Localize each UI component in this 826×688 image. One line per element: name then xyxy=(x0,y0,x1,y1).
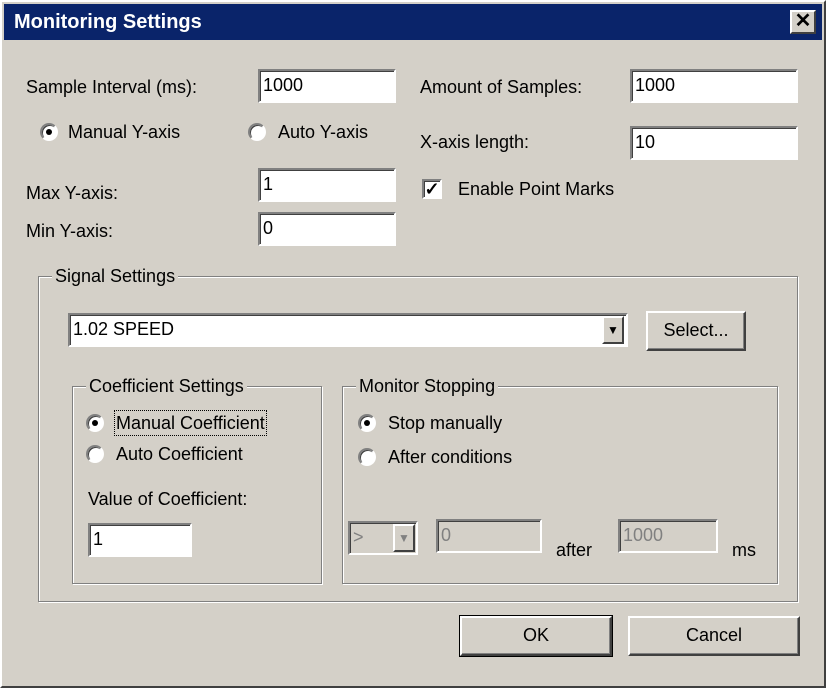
title-bar[interactable]: Monitoring Settings ✕ xyxy=(4,4,822,40)
min-y-axis-input[interactable]: 0 xyxy=(258,212,396,246)
stop-manually-label: Stop manually xyxy=(388,413,503,433)
signal-settings-title: Signal Settings xyxy=(52,265,179,287)
manual-y-axis-radio[interactable] xyxy=(40,123,58,141)
auto-coefficient-label: Auto Coefficient xyxy=(116,444,243,464)
threshold-input[interactable]: 0 xyxy=(436,519,542,553)
amount-of-samples-input[interactable]: 1000 xyxy=(630,69,798,103)
radio-selected-dot xyxy=(364,420,370,426)
auto-y-axis-radio[interactable] xyxy=(248,123,266,141)
checkmark-icon: ✓ xyxy=(424,179,440,199)
amount-of-samples-label: Amount of Samples: xyxy=(420,77,583,97)
ok-button[interactable]: OK xyxy=(459,615,613,657)
operator-dropdown-button[interactable]: ▼ xyxy=(393,524,415,552)
radio-selected-dot xyxy=(92,420,98,426)
select-signal-button[interactable]: Select... xyxy=(646,311,746,351)
coefficient-settings-title: Coefficient Settings xyxy=(86,375,247,397)
coefficient-value-input[interactable]: 1 xyxy=(88,523,192,557)
manual-coefficient-radio[interactable] xyxy=(86,414,104,432)
enable-point-marks-checkbox[interactable]: ✓ xyxy=(422,179,442,199)
signal-value: 1.02 SPEED xyxy=(73,319,175,339)
sample-interval-input[interactable]: 1000 xyxy=(258,69,396,103)
auto-y-axis-label: Auto Y-axis xyxy=(278,122,369,142)
max-y-axis-input[interactable]: 1 xyxy=(258,168,396,202)
after-conditions-label: After conditions xyxy=(388,447,513,467)
radio-selected-dot xyxy=(46,129,52,135)
auto-coefficient-radio[interactable] xyxy=(86,445,104,463)
close-button[interactable]: ✕ xyxy=(790,10,816,34)
value-of-coefficient-label: Value of Coefficient: xyxy=(88,489,248,509)
signal-select[interactable]: 1.02 SPEED xyxy=(68,313,628,347)
x-axis-length-input[interactable]: 10 xyxy=(630,126,798,160)
after-label: after xyxy=(556,540,593,560)
min-y-axis-label: Min Y-axis: xyxy=(26,221,114,241)
after-conditions-radio[interactable] xyxy=(358,448,376,466)
time-ms-input[interactable]: 1000 xyxy=(618,519,718,553)
monitoring-settings-dialog: Monitoring Settings ✕ Sample Interval (m… xyxy=(0,0,826,688)
monitor-stopping-title: Monitor Stopping xyxy=(356,375,499,397)
manual-coefficient-label: Manual Coefficient xyxy=(114,410,267,436)
manual-y-axis-label: Manual Y-axis xyxy=(68,122,181,142)
x-axis-length-label: X-axis length: xyxy=(420,132,530,152)
window-title: Monitoring Settings xyxy=(14,11,202,33)
stop-manually-radio[interactable] xyxy=(358,414,376,432)
chevron-down-icon: ▼ xyxy=(398,531,410,545)
sample-interval-label: Sample Interval (ms): xyxy=(26,77,198,97)
ms-label: ms xyxy=(732,540,756,560)
chevron-down-icon: ▼ xyxy=(607,323,619,337)
max-y-axis-label: Max Y-axis: xyxy=(26,183,119,203)
enable-point-marks-label: Enable Point Marks xyxy=(458,179,615,199)
cancel-button[interactable]: Cancel xyxy=(628,616,800,656)
operator-value: > xyxy=(353,527,364,547)
signal-dropdown-button[interactable]: ▼ xyxy=(602,316,624,344)
close-icon: ✕ xyxy=(794,10,812,32)
